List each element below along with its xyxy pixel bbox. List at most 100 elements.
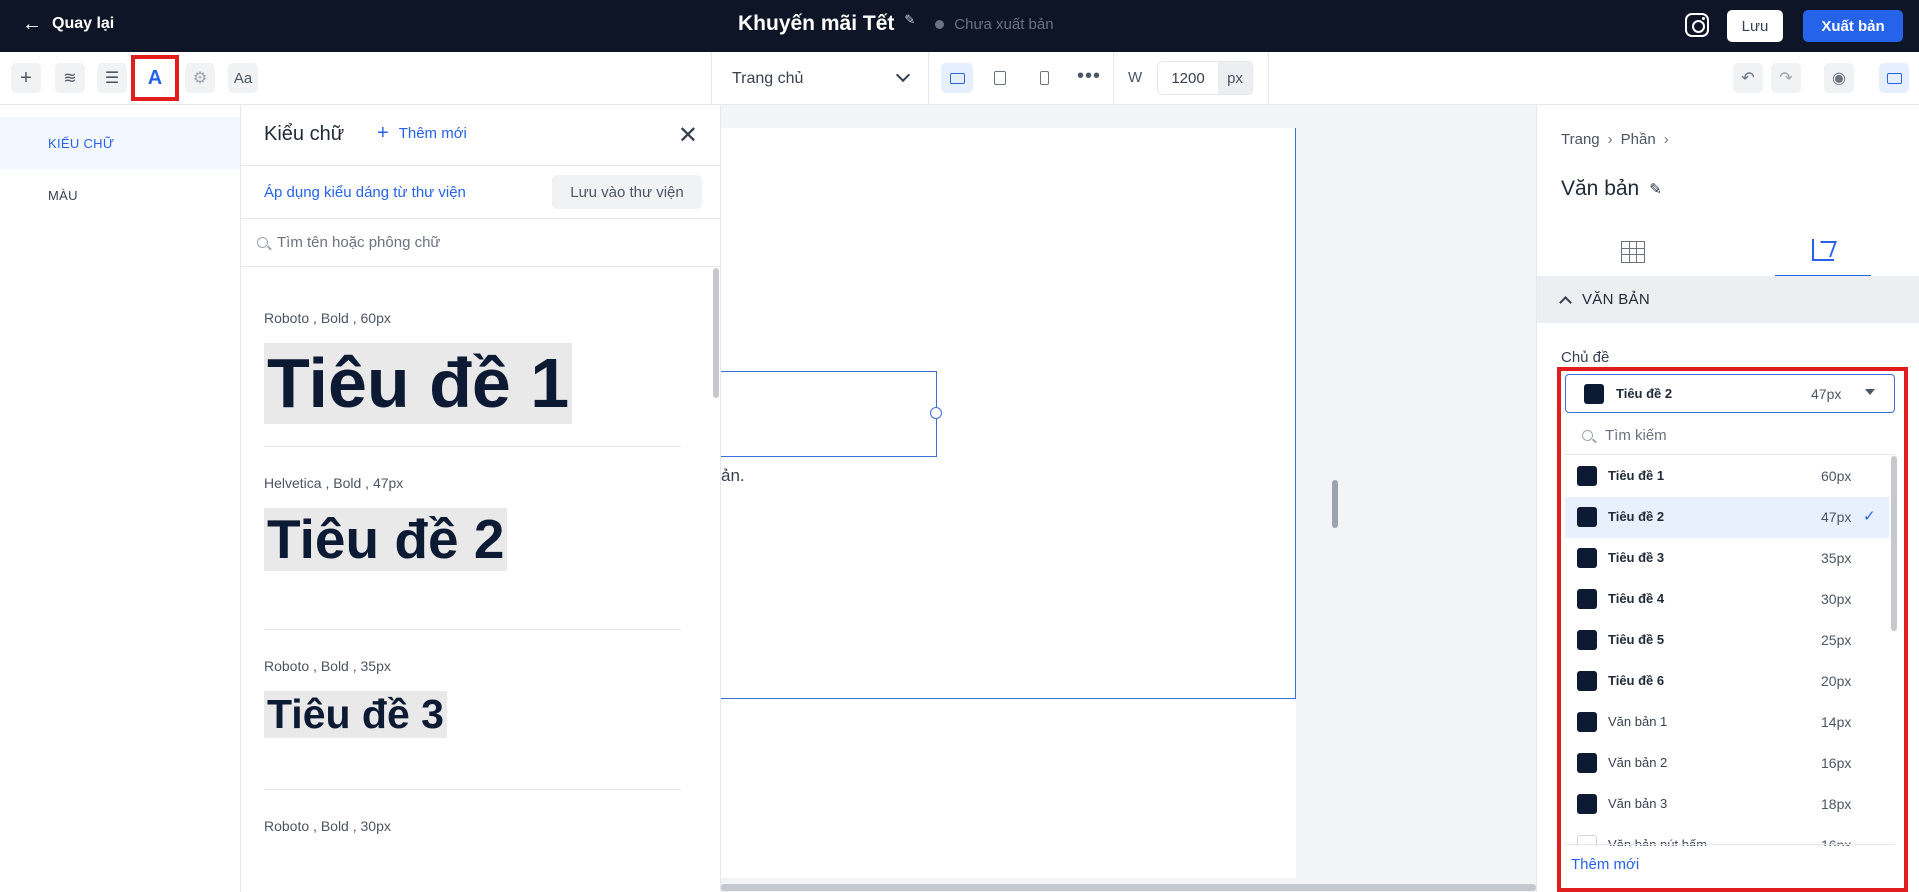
- option-size: 47px: [1821, 509, 1852, 525]
- layers-button[interactable]: ≋: [55, 63, 85, 93]
- desktop-icon: [949, 72, 965, 84]
- back-button[interactable]: ← Quay lại: [22, 14, 114, 34]
- theme-option[interactable]: Tiêu đề 1 60px: [1565, 456, 1889, 497]
- display-mode-button[interactable]: [1879, 63, 1909, 93]
- page-selector-value: Trang chủ: [732, 69, 804, 87]
- plus-icon: +: [20, 66, 32, 89]
- theme-select[interactable]: Tiêu đề 2 47px: [1565, 374, 1895, 413]
- canvas-scrollbar[interactable]: [1332, 480, 1338, 528]
- color-swatch: [1577, 671, 1597, 691]
- option-size: 20px: [1821, 673, 1852, 689]
- sections-button[interactable]: ☰: [97, 63, 127, 93]
- publish-button[interactable]: Xuất bản: [1803, 10, 1903, 42]
- option-size: 30px: [1821, 591, 1852, 607]
- add-theme-link[interactable]: Thêm mới: [1571, 856, 1639, 873]
- undo-button[interactable]: ↶: [1733, 63, 1763, 93]
- nav-item-label: KIỂU CHỮ: [48, 135, 115, 151]
- chevron-right-icon: ›: [1607, 131, 1613, 148]
- top-bar: ← Quay lại Khuyến mãi Tết ✎ Chưa xuất bả…: [0, 0, 1919, 52]
- theme-option-selected[interactable]: Tiêu đề 2 47px ✓: [1565, 497, 1889, 538]
- theme-option[interactable]: Tiêu đề 4 30px: [1565, 579, 1889, 620]
- breadcrumb-section[interactable]: Phần: [1621, 131, 1656, 148]
- editor-toolbar: + ≋ ☰ A ⚙ Aa Trang chủ ••• W 1200 px ↶ ↷…: [0, 52, 1919, 105]
- chevron-right-icon: ›: [1663, 131, 1669, 148]
- style-item[interactable]: Roboto , Bold , 35px Tiêu đề 3: [264, 630, 681, 790]
- font-icon: Aa: [233, 69, 253, 87]
- theme-option[interactable]: Văn bản nút bấm 16px: [1565, 825, 1889, 846]
- option-name: Văn bản 1: [1608, 714, 1668, 729]
- add-style-button[interactable]: + Thêm mới: [377, 122, 467, 144]
- selected-text-element[interactable]: [721, 371, 937, 457]
- element-title: Văn bản ✎: [1561, 177, 1662, 201]
- page-selector[interactable]: Trang chủ: [711, 52, 929, 105]
- typography-panel: Kiểu chữ + Thêm mới ✕ Áp dụng kiểu dáng …: [240, 105, 721, 892]
- element-title-text: Văn bản: [1561, 177, 1640, 200]
- close-icon[interactable]: ✕: [678, 121, 698, 150]
- instagram-icon[interactable]: [1685, 13, 1709, 37]
- theme-search-input[interactable]: Tìm kiếm: [1565, 416, 1895, 455]
- theme-option[interactable]: Văn bản 1 14px: [1565, 702, 1889, 743]
- document-title[interactable]: Khuyến mãi Tết: [738, 12, 894, 36]
- search-icon: [257, 237, 268, 248]
- width-input[interactable]: 1200 px: [1157, 61, 1253, 95]
- tab-style[interactable]: [1775, 225, 1871, 278]
- option-name: Văn bản 2: [1608, 755, 1668, 770]
- option-name: Tiêu đề 4: [1608, 591, 1665, 606]
- color-swatch: [1577, 753, 1597, 773]
- style-list: Roboto , Bold , 60px Tiêu đề 1 Helvetica…: [241, 268, 711, 892]
- scrollbar[interactable]: [713, 268, 719, 398]
- tablet-view-button[interactable]: [984, 63, 1016, 93]
- save-to-library-button[interactable]: Lưu vào thư viện: [552, 175, 702, 209]
- text-section-header[interactable]: VĂN BẢN: [1537, 276, 1919, 323]
- style-sample: Tiêu đề 3: [264, 691, 447, 739]
- width-unit: px: [1218, 62, 1252, 94]
- style-search-input[interactable]: Tìm tên hoặc phông chữ: [241, 219, 720, 267]
- apply-library-link[interactable]: Áp dụng kiểu dáng từ thư viện: [264, 184, 466, 201]
- style-sample-wrap: Tiêu đề 1: [264, 343, 681, 424]
- option-name: Tiêu đề 3: [1608, 550, 1665, 565]
- breadcrumb-page[interactable]: Trang: [1561, 131, 1600, 148]
- preview-button[interactable]: ◉: [1824, 63, 1854, 93]
- divider: [1113, 52, 1114, 105]
- nav-item-fonts[interactable]: KIỂU CHỮ: [0, 117, 240, 169]
- option-name: Tiêu đề 1: [1608, 468, 1665, 483]
- breadcrumb: Trang › Phần ›: [1561, 131, 1669, 148]
- plus-icon: +: [377, 122, 389, 144]
- chevron-down-icon: [895, 67, 911, 83]
- desktop-view-button[interactable]: [941, 63, 973, 93]
- mobile-view-button[interactable]: [1028, 63, 1060, 93]
- library-row: Áp dụng kiểu dáng từ thư viện Lưu vào th…: [241, 166, 720, 219]
- theme-option[interactable]: Tiêu đề 3 35px: [1565, 538, 1889, 579]
- theme-option[interactable]: Văn bản 3 18px: [1565, 784, 1889, 825]
- theme-option[interactable]: Tiêu đề 6 20px: [1565, 661, 1889, 702]
- theme-options-list: Tiêu đề 1 60px Tiêu đề 2 47px ✓ Tiêu đề 3 35…: [1565, 456, 1889, 846]
- edit-title-icon[interactable]: ✎: [904, 12, 915, 28]
- typography-button[interactable]: A: [131, 55, 179, 101]
- settings-button[interactable]: ⚙: [185, 63, 215, 93]
- width-value[interactable]: 1200: [1158, 62, 1218, 94]
- monitor-icon: [1886, 72, 1902, 84]
- add-element-button[interactable]: +: [11, 63, 41, 93]
- divider: [1565, 844, 1895, 845]
- save-button[interactable]: Lưu: [1727, 10, 1783, 42]
- tab-layout[interactable]: [1585, 225, 1681, 278]
- style-meta: Roboto , Bold , 60px: [264, 310, 391, 326]
- typography-icon: A: [147, 66, 163, 89]
- option-size: 14px: [1821, 714, 1852, 730]
- theme-option[interactable]: Văn bản 2 16px: [1565, 743, 1889, 784]
- style-item[interactable]: Roboto , Bold , 30px: [264, 790, 681, 892]
- style-item[interactable]: Roboto , Bold , 60px Tiêu đề 1: [264, 268, 681, 447]
- more-options-icon[interactable]: •••: [1077, 65, 1101, 88]
- nav-item-colors[interactable]: MÀU: [0, 169, 240, 221]
- dropdown-scrollbar[interactable]: [1891, 456, 1897, 631]
- horizontal-scrollbar[interactable]: [721, 884, 1536, 891]
- edit-icon[interactable]: ✎: [1649, 180, 1662, 198]
- resize-handle[interactable]: [930, 407, 942, 419]
- theme-select-value: Tiêu đề 2: [1616, 386, 1673, 401]
- redo-button[interactable]: ↷: [1771, 63, 1801, 93]
- style-meta: Helvetica , Bold , 47px: [264, 475, 404, 491]
- fonts-button[interactable]: Aa: [228, 63, 258, 93]
- style-item[interactable]: Helvetica , Bold , 47px Tiêu đề 2: [264, 447, 681, 630]
- theme-option[interactable]: Tiêu đề 5 25px: [1565, 620, 1889, 661]
- eye-icon: ◉: [1832, 70, 1846, 87]
